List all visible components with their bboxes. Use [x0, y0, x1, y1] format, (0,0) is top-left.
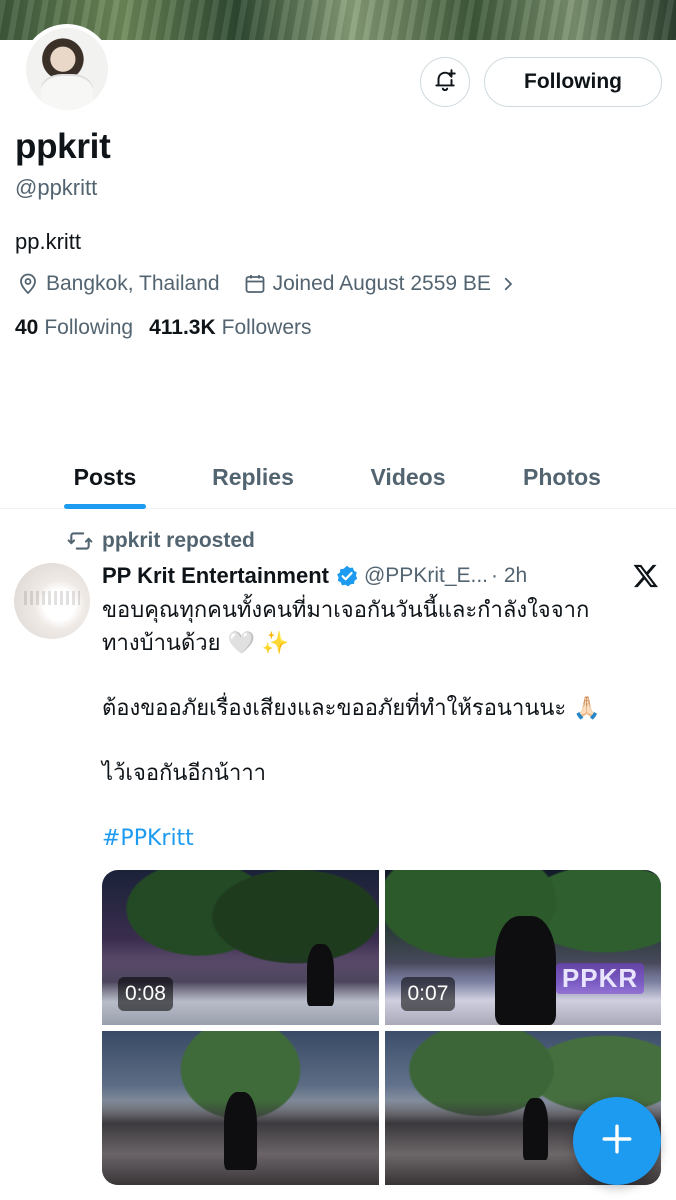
joined-date[interactable]: Joined August 2559 BE: [273, 272, 491, 296]
tab-posts[interactable]: Posts: [52, 446, 158, 508]
post-header: PP Krit Entertainment @PPKrit_E... · 2h: [102, 560, 527, 592]
follow-stats: 40 Following 411.3K Followers: [15, 316, 312, 340]
video-duration: 0:08: [118, 977, 173, 1011]
display-name: ppkrit: [15, 127, 111, 166]
following-count: 40: [15, 316, 39, 339]
post-timestamp[interactable]: · 2h: [491, 564, 527, 588]
repost-context[interactable]: ppkrit reposted: [66, 527, 255, 555]
repost-icon: [66, 527, 94, 555]
hashtag-link[interactable]: #PPKritt: [102, 822, 662, 855]
bell-plus-icon: [432, 67, 458, 98]
profile-banner[interactable]: [0, 0, 676, 40]
followers-label: Followers: [221, 316, 312, 339]
location-text: Bangkok, Thailand: [46, 272, 220, 295]
performer-silhouette: [306, 944, 335, 1006]
performer-silhouette: [495, 916, 556, 1025]
notifications-button[interactable]: [420, 57, 470, 107]
following-button[interactable]: Following: [484, 57, 662, 107]
post-author-avatar[interactable]: [14, 563, 90, 639]
active-tab-indicator: [64, 504, 146, 509]
post-author-handle[interactable]: @PPKrit_E...: [364, 564, 488, 588]
post-line: ไว้เจอกันอีกน้าาา: [102, 761, 267, 786]
following-label: Following: [44, 316, 134, 339]
x-logo-icon[interactable]: [630, 560, 662, 592]
performer-silhouette: [223, 1092, 257, 1170]
followers-stat[interactable]: 411.3K Followers: [149, 316, 311, 340]
tab-videos[interactable]: Videos: [352, 446, 464, 508]
tab-photos[interactable]: Photos: [506, 446, 618, 508]
fan-sign: PPKR: [555, 962, 645, 994]
plus-icon: [600, 1122, 634, 1161]
media-video-2[interactable]: PPKR 0:07: [384, 870, 661, 1025]
calendar-icon: [242, 271, 268, 297]
profile-tabs: Posts Replies Videos Photos: [0, 446, 676, 509]
chevron-right-icon[interactable]: [495, 271, 521, 297]
followers-count: 411.3K: [149, 316, 216, 339]
post-line: ขอบคุณทุกคนทั้งคนที่มาเจอกันวันนี้และกำล…: [102, 598, 590, 623]
post-body: ขอบคุณทุกคนทั้งคนที่มาเจอกันวันนี้และกำล…: [102, 594, 662, 855]
profile-avatar[interactable]: [22, 24, 112, 114]
post-author-name[interactable]: PP Krit Entertainment: [102, 563, 329, 589]
repost-label: ppkrit reposted: [102, 529, 255, 552]
location-pin-icon: [15, 271, 41, 297]
user-handle: @ppkritt: [15, 175, 98, 200]
media-video-1[interactable]: 0:08: [102, 870, 379, 1025]
tab-replies[interactable]: Replies: [196, 446, 310, 508]
post-line: ทางบ้านด้วย 🤍 ✨: [102, 631, 290, 656]
profile-meta: Bangkok, Thailand Joined August 2559 BE: [15, 270, 526, 298]
avatar-image: [26, 28, 108, 110]
following-stat[interactable]: 40 Following: [15, 316, 133, 340]
verified-badge-icon: [335, 564, 359, 588]
post-line: ต้องขออภัยเรื่องเสียงและขออภัยที่ทำให้รอ…: [102, 696, 601, 721]
video-duration: 0:07: [400, 977, 456, 1011]
performer-silhouette: [522, 1098, 548, 1161]
compose-button[interactable]: [573, 1097, 661, 1185]
profile-bio: pp.kritt: [15, 229, 82, 254]
media-photo-1[interactable]: [102, 1030, 379, 1185]
